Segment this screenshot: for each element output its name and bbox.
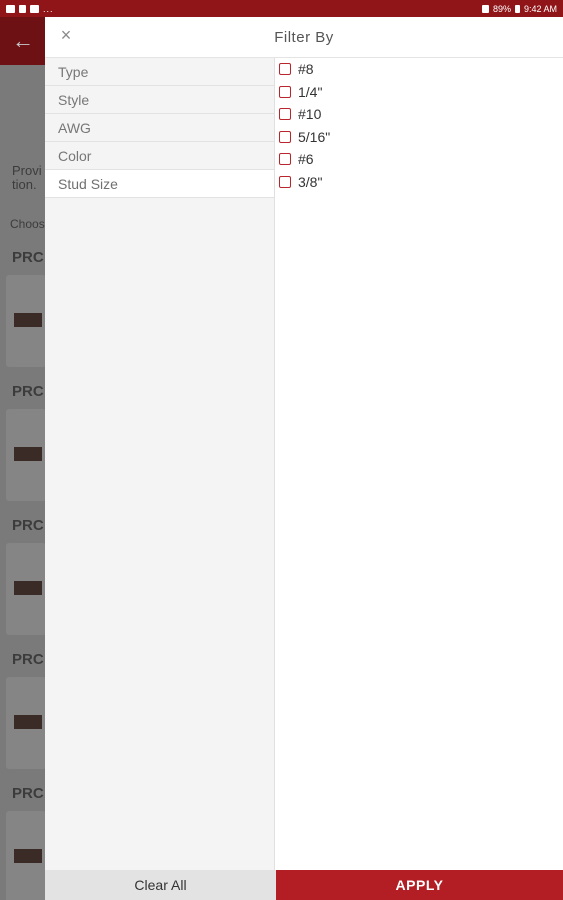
background-product-image bbox=[14, 447, 42, 461]
background-product-label: PRC bbox=[12, 651, 44, 668]
option-label: 3/8" bbox=[298, 173, 323, 190]
filter-footer: Clear All APPLY bbox=[45, 870, 563, 900]
status-left: ... bbox=[6, 4, 54, 14]
close-icon[interactable]: × bbox=[57, 26, 75, 44]
checkbox[interactable] bbox=[279, 153, 291, 166]
background-product-label: PRC bbox=[12, 383, 44, 400]
background-text-2: tion. bbox=[12, 177, 37, 192]
overflow-dots: ... bbox=[43, 3, 54, 14]
background-product-image bbox=[14, 849, 42, 863]
background-product-image bbox=[14, 313, 42, 327]
option-label: 1/4" bbox=[298, 83, 323, 100]
checkbox[interactable] bbox=[279, 63, 291, 76]
background-choose-text: Choos bbox=[10, 217, 45, 231]
category-type[interactable]: Type bbox=[45, 58, 274, 86]
option-row[interactable]: #8 bbox=[279, 58, 563, 81]
battery-percent: 89% bbox=[492, 3, 511, 14]
option-label: #6 bbox=[298, 151, 314, 168]
option-label: 5/16" bbox=[298, 128, 331, 145]
checkbox[interactable] bbox=[279, 130, 291, 143]
signal-icon bbox=[19, 4, 26, 13]
option-label: #8 bbox=[298, 61, 314, 78]
filter-title: Filter By bbox=[274, 28, 334, 46]
status-right: 89% 9:42 AM bbox=[481, 3, 557, 14]
option-row[interactable]: #10 bbox=[279, 103, 563, 126]
apply-button[interactable]: APPLY bbox=[276, 870, 563, 900]
app-icon bbox=[30, 4, 39, 13]
background-product-image bbox=[14, 715, 42, 729]
checkbox[interactable] bbox=[279, 175, 291, 188]
option-row[interactable]: #6 bbox=[279, 148, 563, 171]
filter-header: × Filter By bbox=[45, 17, 563, 58]
background-product-label: PRC bbox=[12, 517, 44, 534]
option-row[interactable]: 1/4" bbox=[279, 81, 563, 104]
status-bar: ... 89% 9:42 AM bbox=[0, 0, 563, 17]
background-text-1: Provi bbox=[12, 163, 42, 178]
category-style[interactable]: Style bbox=[45, 86, 274, 114]
filter-option-list: #8 1/4" #10 5/16" #6 3/8" bbox=[279, 58, 563, 193]
filter-panel: × Filter By Type Style AWG Color Stud Si… bbox=[45, 17, 563, 900]
gallery-icon bbox=[6, 4, 15, 13]
background-product-image bbox=[14, 581, 42, 595]
option-row[interactable]: 5/16" bbox=[279, 126, 563, 149]
category-awg[interactable]: AWG bbox=[45, 114, 274, 142]
clear-all-button[interactable]: Clear All bbox=[45, 870, 276, 900]
clock: 9:42 AM bbox=[523, 3, 557, 14]
category-color[interactable]: Color bbox=[45, 142, 274, 170]
background-product-label: PRC bbox=[12, 785, 44, 802]
filter-category-list: Type Style AWG Color Stud Size bbox=[45, 58, 275, 870]
background-product-label: PRC bbox=[12, 249, 44, 266]
back-arrow-icon[interactable]: ← bbox=[12, 28, 34, 54]
wifi-icon bbox=[481, 4, 489, 13]
option-label: #10 bbox=[298, 106, 322, 123]
battery-icon bbox=[514, 4, 520, 13]
option-row[interactable]: 3/8" bbox=[279, 171, 563, 194]
category-stud-size[interactable]: Stud Size bbox=[45, 170, 274, 198]
checkbox[interactable] bbox=[279, 108, 291, 121]
checkbox[interactable] bbox=[279, 85, 291, 98]
